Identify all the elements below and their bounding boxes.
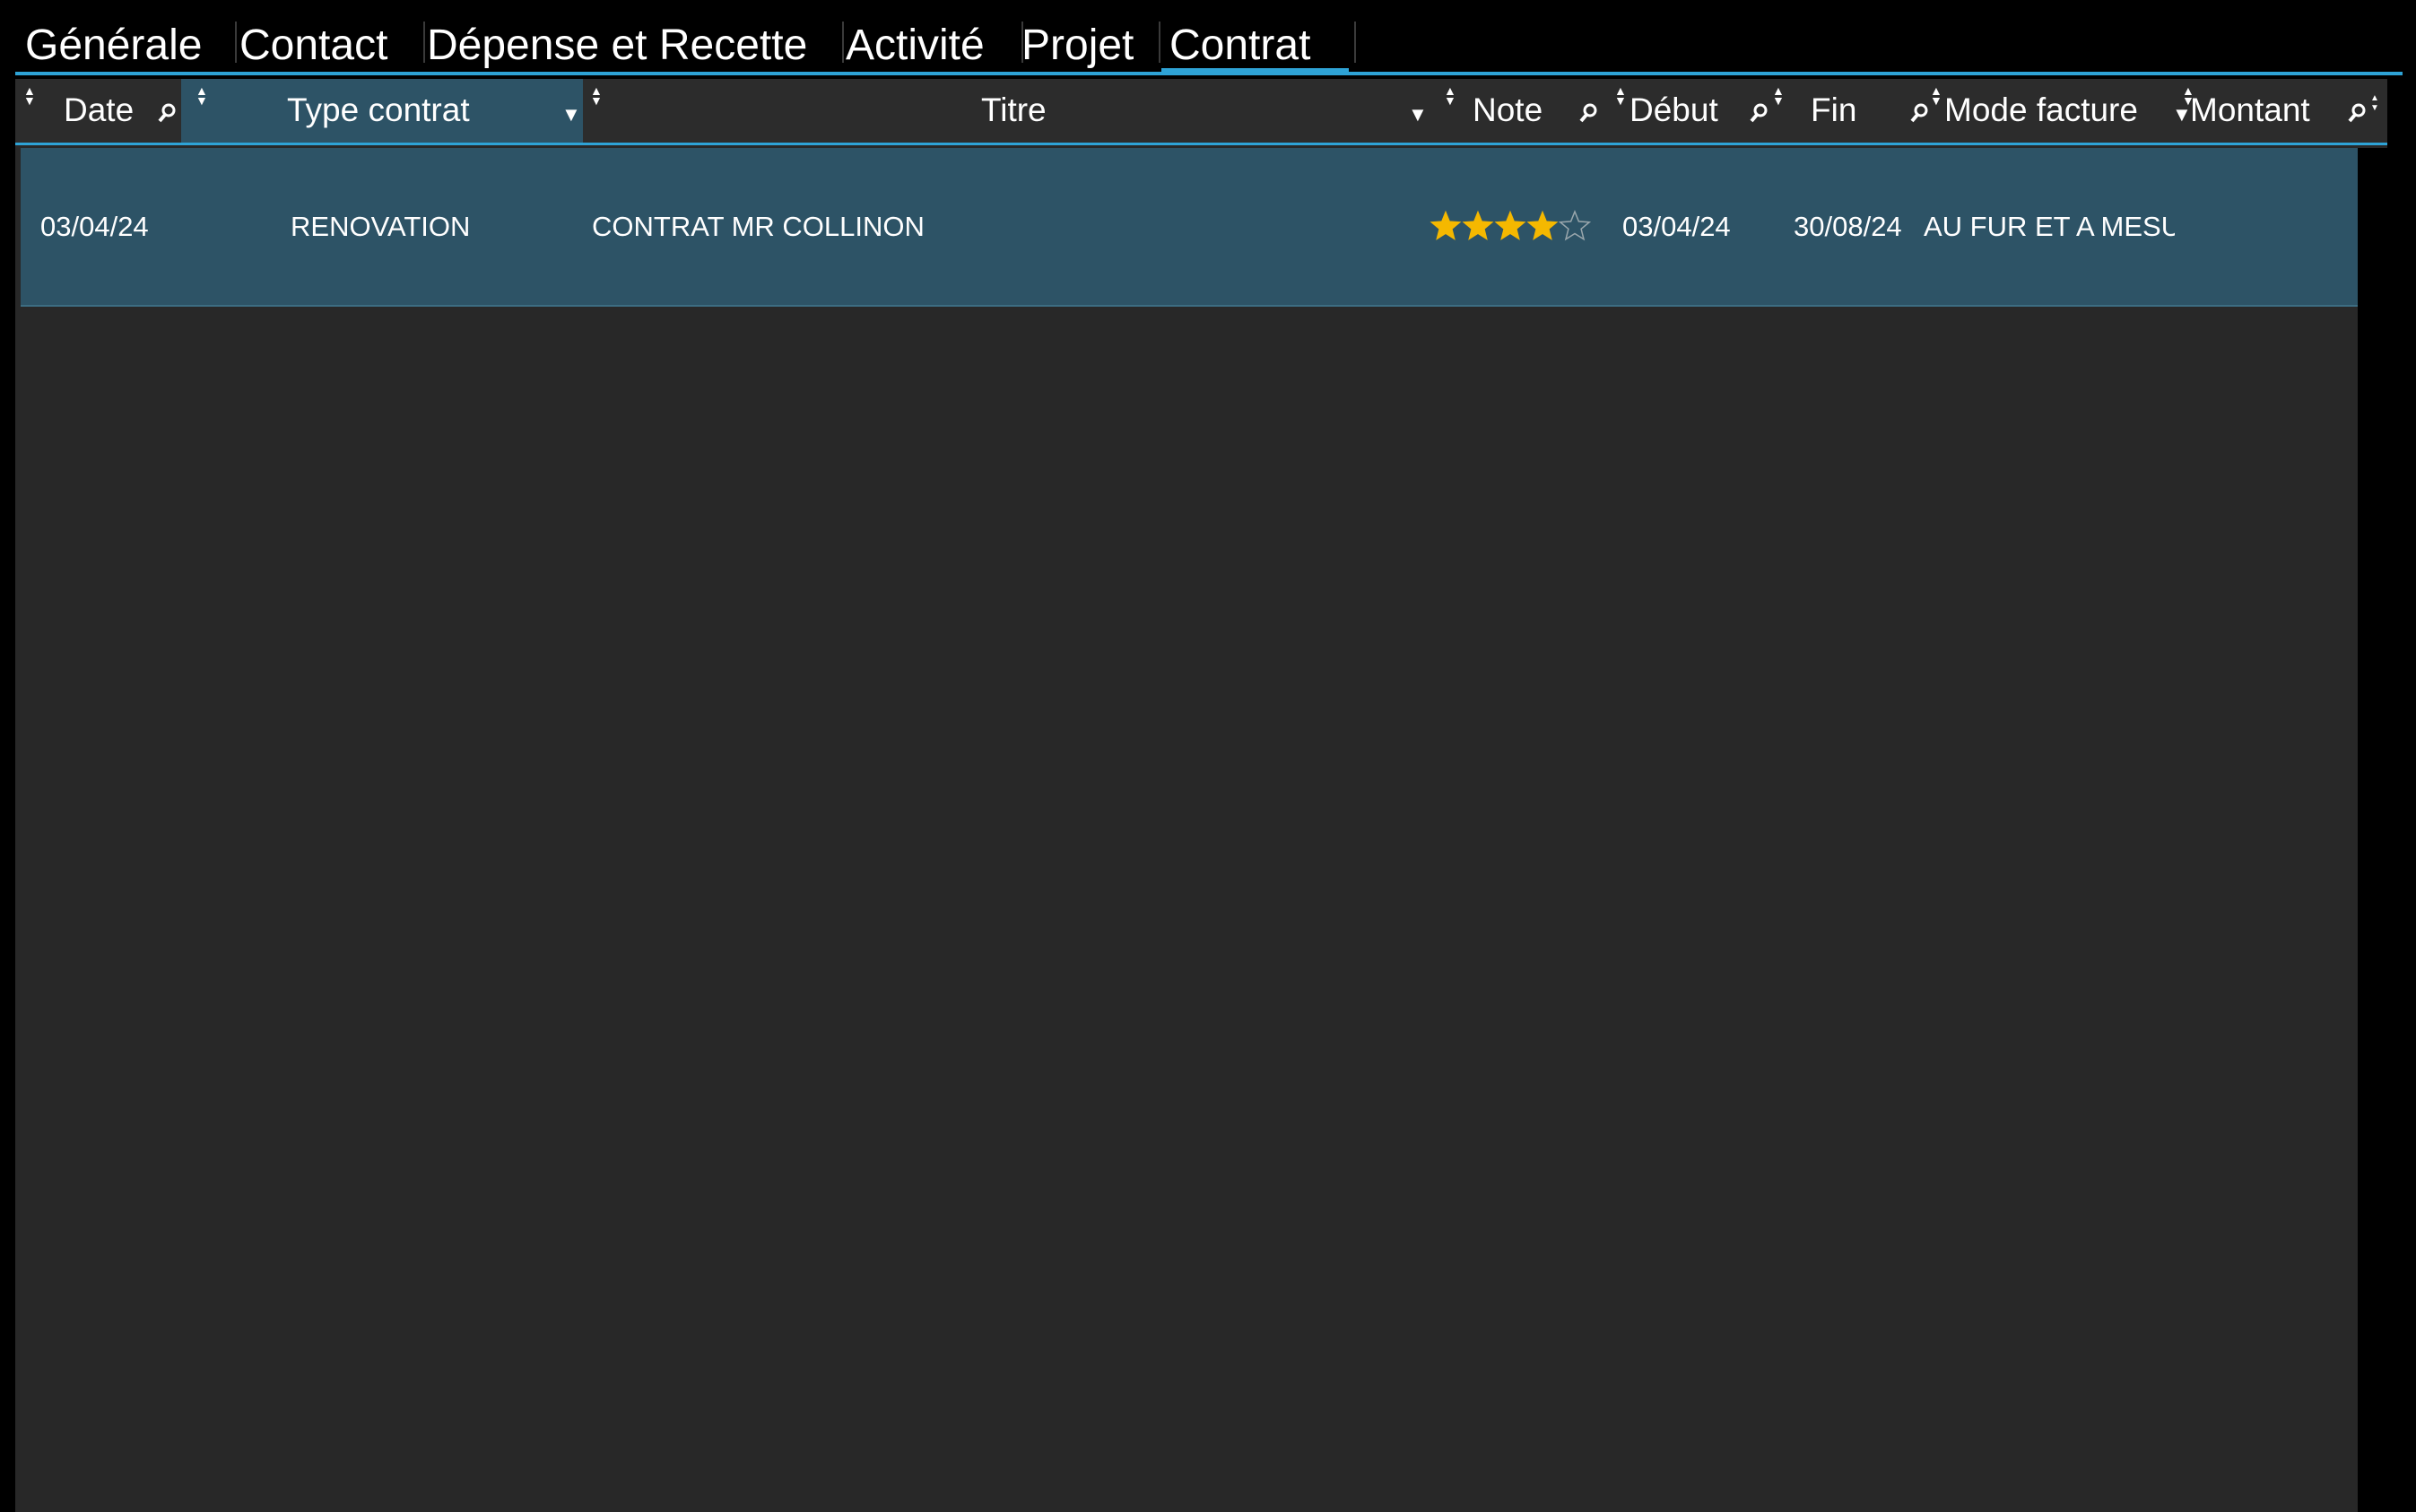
column-header-montant[interactable]: ▲ ▼ Montant ▲ ▼	[2182, 79, 2387, 143]
search-icon[interactable]	[157, 102, 177, 124]
table-row[interactable]: 03/04/24 RENOVATION CONTRAT MR COLLINON …	[21, 148, 2358, 307]
sort-icon[interactable]: ▲ ▼	[1772, 84, 1785, 107]
star-filled-icon[interactable]	[1430, 210, 1462, 240]
sort-icon[interactable]: ▲ ▼	[23, 84, 36, 107]
column-label: Début	[1629, 91, 1718, 128]
column-label: Type contrat	[287, 91, 470, 128]
star-filled-icon[interactable]	[1526, 210, 1559, 240]
column-label: Fin	[1811, 91, 1857, 128]
search-icon[interactable]	[2347, 102, 2367, 124]
tab-contrat[interactable]: Contrat	[1161, 11, 1350, 74]
sort-icon[interactable]: ▲ ▼	[1930, 84, 1942, 107]
tab-activite[interactable]: Activité	[846, 11, 985, 72]
column-header-type-contrat[interactable]: ▲ ▼ Type contrat ▼	[181, 79, 583, 143]
search-icon[interactable]	[1749, 102, 1769, 124]
tab-separator	[842, 22, 844, 63]
filter-icon[interactable]: ▼	[561, 105, 581, 125]
cell-mode-facture: AU FUR ET A MESURE	[1924, 211, 2175, 242]
cell-debut: 03/04/24	[1622, 211, 1731, 242]
sort-icon[interactable]: ▲ ▼	[2369, 93, 2380, 113]
filter-icon[interactable]: ▼	[1408, 105, 1428, 125]
tab-separator	[235, 22, 237, 63]
tab-bar: Générale Contact Dépense et Recette Acti…	[15, 0, 2403, 75]
column-label: Date	[64, 91, 135, 128]
tab-projet[interactable]: Projet	[1021, 11, 1134, 72]
column-header-debut[interactable]: ▲ ▼ Début	[1614, 79, 1772, 143]
column-label: Titre	[981, 91, 1047, 128]
search-icon[interactable]	[1909, 102, 1929, 124]
column-label: Mode facture	[1944, 91, 2138, 128]
tab-separator	[423, 22, 425, 63]
column-header-titre[interactable]: ▲ ▼ Titre ▼	[583, 79, 1444, 143]
sort-icon[interactable]: ▲ ▼	[196, 84, 208, 107]
cell-titre: CONTRAT MR COLLINON	[592, 211, 925, 242]
tab-separator	[1159, 22, 1160, 63]
sort-icon[interactable]: ▲ ▼	[1614, 84, 1627, 107]
rating-stars[interactable]	[1430, 209, 1593, 245]
cell-montant	[2200, 148, 2352, 305]
column-header-note[interactable]: ▲ ▼ Note	[1444, 79, 1614, 143]
sort-icon[interactable]: ▲ ▼	[1444, 84, 1456, 107]
column-header-mode-facture[interactable]: ▲ ▼ Mode facture ▼	[1930, 79, 2192, 143]
grid-header: ▲ ▼ Date ▲ ▼ Type contrat ▼ ▲ ▼ Titre ▼ ▲ ▼ …	[15, 79, 2387, 145]
column-label: Note	[1473, 91, 1543, 128]
star-empty-icon[interactable]	[1558, 209, 1592, 241]
sort-icon[interactable]: ▲ ▼	[590, 84, 603, 107]
star-filled-icon[interactable]	[1494, 210, 1526, 240]
cell-date: 03/04/24	[40, 211, 149, 242]
column-label: Montant	[2190, 91, 2310, 128]
contract-grid: ▲ ▼ Date ▲ ▼ Type contrat ▼ ▲ ▼ Titre ▼ ▲ ▼ …	[15, 79, 2387, 1512]
column-header-date[interactable]: ▲ ▼ Date	[15, 79, 181, 143]
vertical-scrollbar[interactable]	[2358, 148, 2387, 1512]
tab-contact[interactable]: Contact	[239, 11, 387, 72]
search-icon[interactable]	[1578, 102, 1598, 124]
cell-type-contrat: RENOVATION	[291, 211, 471, 242]
tab-depense-recette[interactable]: Dépense et Recette	[427, 11, 807, 72]
filter-icon[interactable]: ▼	[2172, 105, 2192, 125]
cell-fin: 30/08/24	[1794, 211, 1902, 242]
star-filled-icon[interactable]	[1462, 210, 1494, 240]
column-header-fin[interactable]: ▲ ▼ Fin	[1772, 79, 1930, 143]
tab-separator	[1354, 22, 1356, 63]
tab-generale[interactable]: Générale	[25, 11, 202, 72]
